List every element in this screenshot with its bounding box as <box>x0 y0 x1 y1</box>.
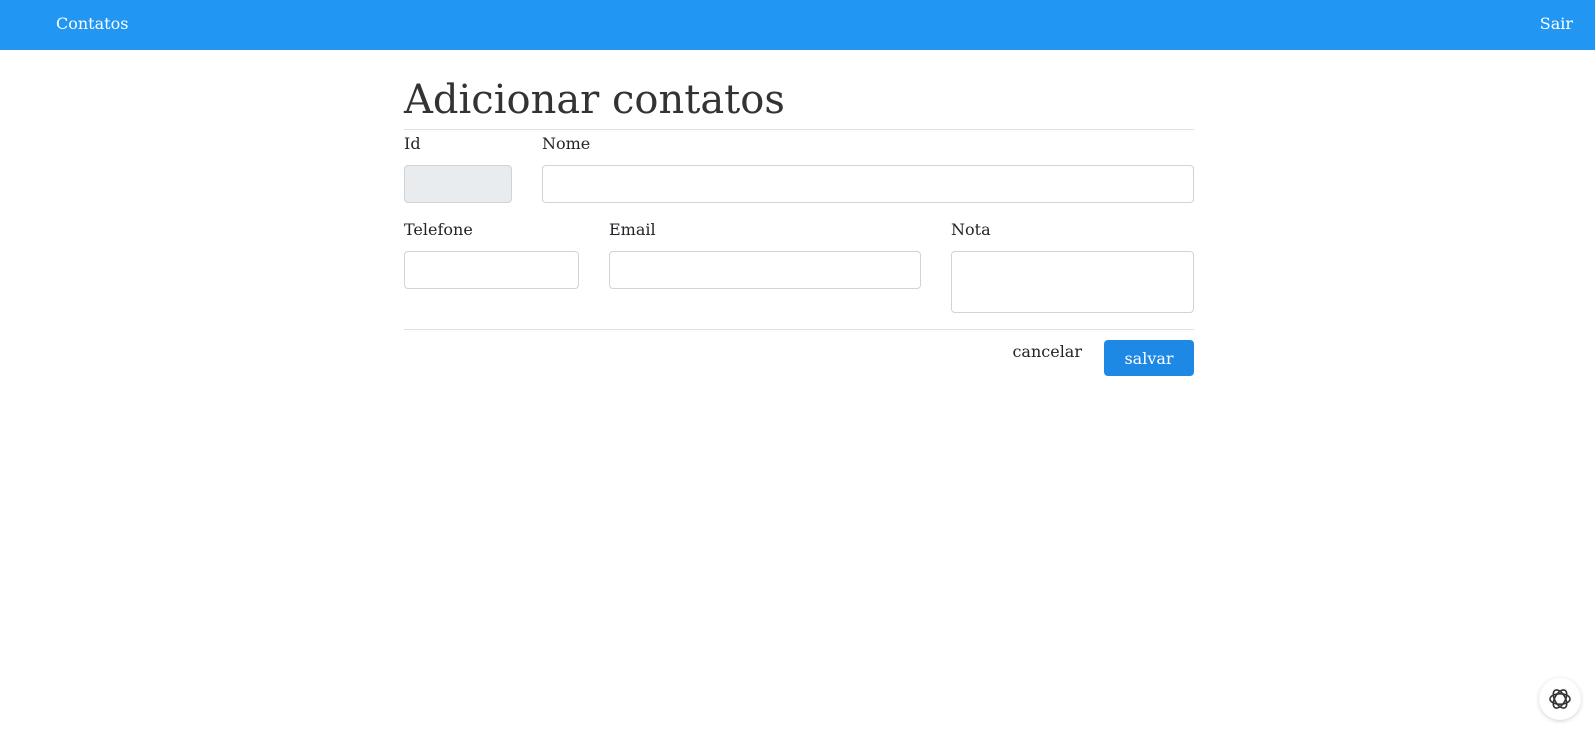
form-divider <box>404 329 1194 330</box>
nota-textarea[interactable] <box>951 251 1194 313</box>
telefone-field[interactable] <box>404 251 579 289</box>
nome-field[interactable] <box>542 165 1194 203</box>
page-title: Adicionar contatos <box>404 77 785 123</box>
id-label: Id <box>404 134 421 153</box>
telefone-label: Telefone <box>404 220 473 239</box>
logout-link[interactable]: Sair <box>1540 13 1573 35</box>
cancel-button[interactable]: cancelar <box>1012 342 1082 362</box>
title-divider <box>404 129 1194 130</box>
email-label: Email <box>609 220 656 239</box>
assistant-button[interactable] <box>1539 678 1581 720</box>
nome-label: Nome <box>542 134 591 153</box>
brand-link[interactable]: Contatos <box>56 13 128 35</box>
nota-label: Nota <box>951 220 991 239</box>
save-button[interactable]: salvar <box>1104 340 1194 376</box>
top-navbar: Contatos Sair <box>0 0 1595 50</box>
openai-knot-icon <box>1549 689 1571 709</box>
email-field[interactable] <box>609 251 921 289</box>
id-field[interactable] <box>404 165 512 203</box>
